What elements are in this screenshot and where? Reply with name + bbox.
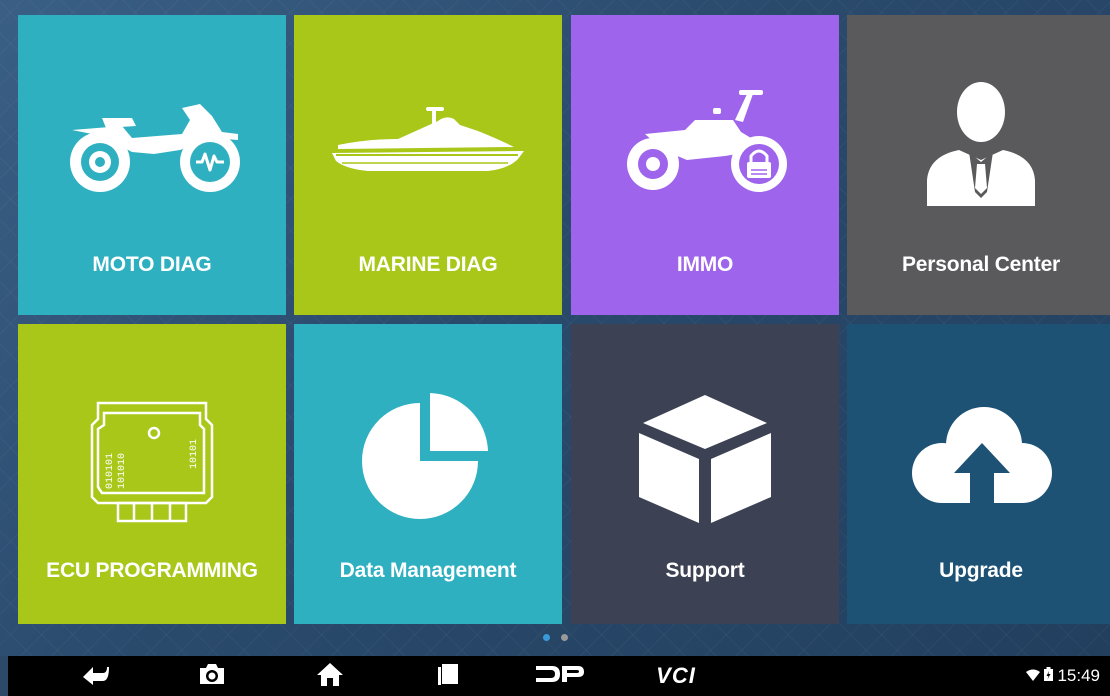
- wifi-icon: [1026, 666, 1041, 686]
- box-icon: [571, 389, 839, 529]
- svg-text:010101: 010101: [105, 453, 116, 489]
- back-arrow-icon: [81, 663, 111, 690]
- system-navigation-bar: VCI 15:49: [8, 656, 1110, 696]
- vci-button[interactable]: VCI: [646, 656, 706, 696]
- tile-label-ecu-programming: ECU PROGRAMMING: [46, 559, 258, 582]
- tile-label-personal-center: Personal Center: [901, 253, 1061, 276]
- cloud-upload-icon: [847, 389, 1110, 529]
- home-screen: MOTO DIAG MARINE DIAG IMMO Personal Cent…: [0, 0, 1110, 656]
- tile-data-management[interactable]: Data Management: [294, 324, 562, 624]
- tile-moto-diag[interactable]: MOTO DIAG: [18, 15, 286, 315]
- pie-chart-icon: [294, 389, 562, 529]
- ecu-chip-icon: 010101 101010 10101: [18, 389, 286, 529]
- screenshot-button[interactable]: [192, 656, 232, 696]
- tile-label-data-management: Data Management: [339, 559, 517, 582]
- tile-label-support: Support: [665, 559, 745, 582]
- page-indicator: [0, 634, 1110, 641]
- recent-apps-icon: [436, 662, 460, 691]
- battery-icon: [1044, 666, 1054, 686]
- person-icon: [847, 82, 1110, 206]
- tile-immo[interactable]: IMMO: [571, 15, 839, 315]
- motorcycle-lock-icon: [571, 85, 839, 205]
- recent-apps-button[interactable]: [428, 656, 468, 696]
- tile-label-upgrade: Upgrade: [939, 559, 1023, 582]
- svg-text:10101: 10101: [189, 439, 200, 469]
- svg-text:101010: 101010: [117, 453, 128, 489]
- dirt-bike-diagnostic-icon: [18, 85, 286, 205]
- page-dot-active[interactable]: [542, 634, 550, 641]
- jet-ski-icon: [294, 85, 562, 205]
- dp-logo-icon: [534, 664, 586, 689]
- tile-personal-center[interactable]: Personal Center: [847, 15, 1110, 315]
- tile-ecu-programming[interactable]: 010101 101010 10101 ECU PROGRAMMING: [18, 324, 286, 624]
- tile-support[interactable]: Support: [571, 324, 839, 624]
- home-button[interactable]: [310, 656, 350, 696]
- page-dot-inactive[interactable]: [560, 634, 568, 641]
- dp-button[interactable]: [530, 656, 590, 696]
- back-button[interactable]: [76, 656, 116, 696]
- status-area: 15:49: [1026, 656, 1100, 696]
- tile-label-marine-diag: MARINE DIAG: [358, 253, 498, 276]
- home-icon: [316, 661, 344, 692]
- camera-icon: [198, 662, 226, 691]
- tile-label-moto-diag: MOTO DIAG: [92, 253, 212, 276]
- tile-label-immo: IMMO: [676, 253, 734, 276]
- clock-time: 15:49: [1057, 666, 1100, 685]
- tile-upgrade[interactable]: Upgrade: [847, 324, 1110, 624]
- tile-marine-diag[interactable]: MARINE DIAG: [294, 15, 562, 315]
- vci-label: VCI: [656, 663, 696, 688]
